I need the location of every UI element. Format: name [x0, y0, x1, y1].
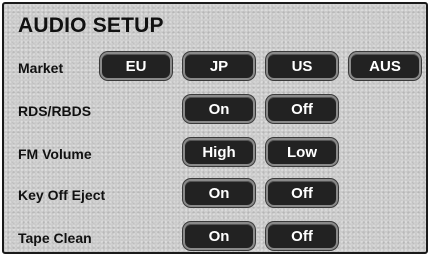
key-off-eject-off-button[interactable]: Off — [266, 179, 338, 207]
market-eu-button[interactable]: EU — [100, 52, 172, 80]
market-aus-button[interactable]: AUS — [349, 52, 421, 80]
key-off-eject-on-label: On — [208, 184, 230, 202]
market-jp-button[interactable]: JP — [183, 52, 255, 80]
rds-on-button[interactable]: On — [183, 95, 255, 123]
key-off-eject-off-label: Off — [291, 184, 313, 202]
market-label: Market — [18, 60, 64, 76]
tape-clean-label: Tape Clean — [18, 230, 92, 246]
market-us-button[interactable]: US — [266, 52, 338, 80]
page-title: AUDIO SETUP — [18, 14, 164, 37]
market-us-label: US — [291, 57, 313, 75]
fm-volume-label: FM Volume — [18, 146, 92, 162]
audio-setup-panel: AUDIO SETUP Market EU JP US AUS RDS/RBDS… — [2, 2, 428, 254]
tape-clean-off-button[interactable]: Off — [266, 222, 338, 250]
market-aus-label: AUS — [369, 57, 401, 75]
rds-on-label: On — [208, 100, 230, 118]
rds-off-button[interactable]: Off — [266, 95, 338, 123]
fm-volume-low-button[interactable]: Low — [266, 138, 338, 166]
fm-volume-high-label: High — [202, 143, 236, 161]
market-jp-label: JP — [209, 57, 229, 75]
key-off-eject-label: Key Off Eject — [18, 187, 106, 203]
tape-clean-off-label: Off — [291, 227, 313, 245]
rds-off-label: Off — [291, 100, 313, 118]
key-off-eject-on-button[interactable]: On — [183, 179, 255, 207]
tape-clean-on-label: On — [208, 227, 230, 245]
tape-clean-on-button[interactable]: On — [183, 222, 255, 250]
fm-volume-low-label: Low — [287, 143, 317, 161]
rds-rbds-label: RDS/RBDS — [18, 103, 92, 119]
market-eu-label: EU — [125, 57, 147, 75]
fm-volume-high-button[interactable]: High — [183, 138, 255, 166]
